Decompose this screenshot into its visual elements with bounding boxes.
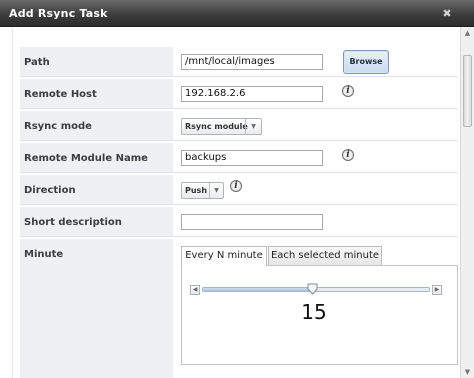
short-description-label: Short description xyxy=(24,217,122,228)
label-cell: Path xyxy=(20,47,173,76)
dialog-left-gutter xyxy=(0,27,13,378)
info-icon[interactable]: i xyxy=(342,149,354,161)
scroll-down-icon[interactable]: ▼ xyxy=(461,366,474,378)
form-row-rsync-mode: Rsync mode Rsync module ▼ xyxy=(20,111,458,141)
chevron-down-icon[interactable]: ▼ xyxy=(209,183,223,198)
vertical-scrollbar[interactable]: ▲ ▼ xyxy=(460,27,474,378)
label-cell: Rsync mode xyxy=(20,111,173,140)
form-row-path: Path /mnt/local/images Browse xyxy=(20,47,458,77)
label-cell: Minute xyxy=(20,239,173,378)
scrollbar-thumb[interactable] xyxy=(463,55,472,127)
close-icon[interactable]: ✖ xyxy=(440,7,454,21)
slider-thumb[interactable] xyxy=(307,283,318,295)
remote-module-label: Remote Module Name xyxy=(24,153,148,164)
label-cell: Remote Host xyxy=(20,79,173,108)
minute-tab-panel: ◀ ▶ 15 xyxy=(181,265,458,365)
remote-host-input[interactable]: 192.168.2.6 xyxy=(181,86,323,102)
dialog-title: Add Rsync Task xyxy=(9,7,108,20)
path-input[interactable]: /mnt/local/images xyxy=(181,54,323,70)
form-row-direction: Direction Push ▼ i xyxy=(20,175,458,205)
short-description-input[interactable] xyxy=(181,214,323,230)
path-label: Path xyxy=(24,57,50,68)
rsync-mode-value: Rsync module xyxy=(185,122,248,131)
label-cell: Direction xyxy=(20,175,173,204)
remote-host-label: Remote Host xyxy=(24,89,97,100)
info-icon[interactable]: i xyxy=(230,180,242,192)
slider-value: 15 xyxy=(301,300,327,324)
minute-label: Minute xyxy=(24,249,64,260)
rsync-mode-label: Rsync mode xyxy=(24,121,92,132)
label-cell: Remote Module Name xyxy=(20,143,173,172)
dialog-titlebar[interactable]: Add Rsync Task ✖ xyxy=(0,0,474,27)
slider-fill xyxy=(203,288,313,291)
direction-select[interactable]: Push ▼ xyxy=(181,182,224,199)
browse-button[interactable]: Browse xyxy=(343,50,389,74)
chevron-down-icon[interactable]: ▼ xyxy=(245,119,261,134)
form-row-short-description: Short description xyxy=(20,207,458,237)
info-icon[interactable]: i xyxy=(342,85,354,97)
direction-value: Push xyxy=(185,186,208,195)
slider-track[interactable] xyxy=(202,283,430,295)
tab-each-selected-minute[interactable]: Each selected minute xyxy=(268,246,382,265)
direction-label: Direction xyxy=(24,185,76,196)
rsync-mode-select[interactable]: Rsync module ▼ xyxy=(181,118,262,135)
form-row-remote-module: Remote Module Name backups i xyxy=(20,143,458,173)
form-row-remote-host: Remote Host 192.168.2.6 i xyxy=(20,79,458,109)
slider-increment-icon[interactable]: ▶ xyxy=(432,285,442,295)
scroll-up-icon[interactable]: ▲ xyxy=(461,27,474,39)
tab-every-n-minute[interactable]: Every N minute xyxy=(181,246,267,266)
label-cell: Short description xyxy=(20,207,173,236)
minute-slider[interactable]: ◀ ▶ xyxy=(190,283,442,295)
slider-decrement-icon[interactable]: ◀ xyxy=(190,285,200,295)
remote-module-input[interactable]: backups xyxy=(181,150,323,166)
form-row-minute: Minute Every N minute Each selected minu… xyxy=(20,239,458,378)
